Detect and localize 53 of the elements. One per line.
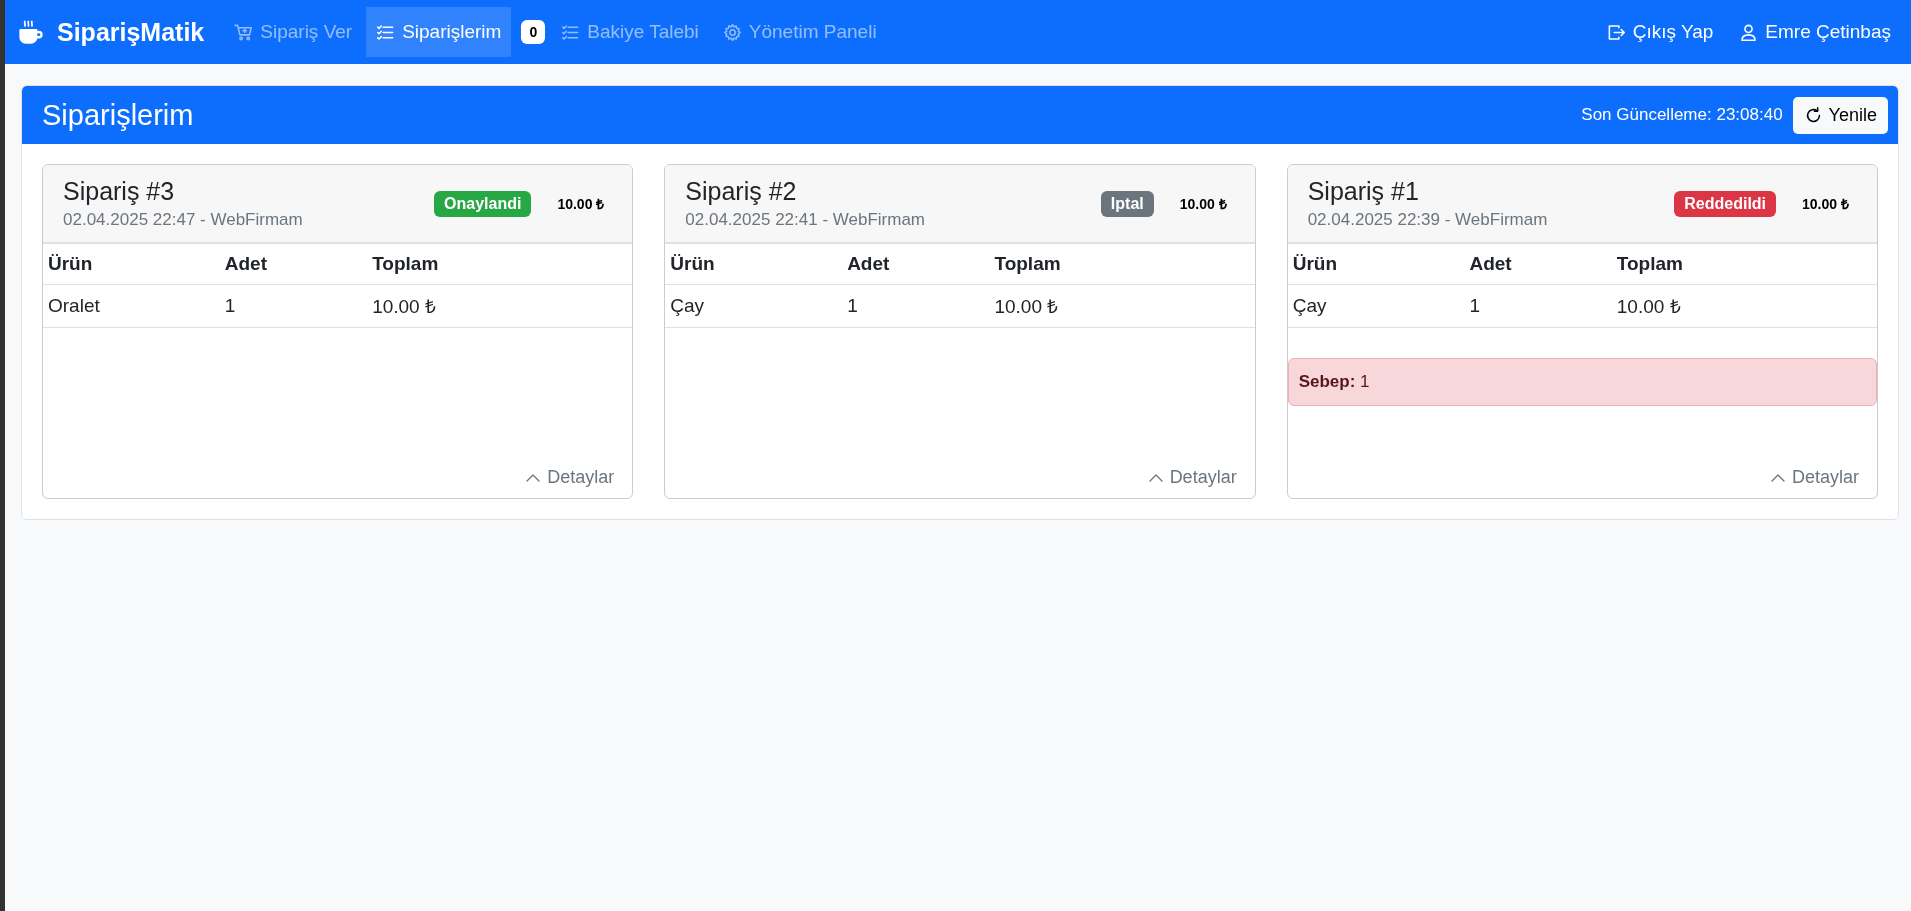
count-badge: 0 (521, 20, 546, 44)
rejection-reason: Sebep: 1 (1287, 358, 1877, 406)
column-header: Toplam (989, 244, 1255, 285)
column-header: Adet (219, 244, 368, 285)
order-title: Sipariş #2 (685, 177, 798, 206)
order-total: 10.00 ₺ (1178, 195, 1228, 213)
column-header: Ürün (43, 244, 220, 285)
brand-logo[interactable]: SiparişMatik (17, 17, 205, 47)
checklist-icon (561, 22, 581, 42)
logout-link[interactable]: Çıkış Yap (1596, 7, 1724, 57)
cart-icon (234, 22, 254, 42)
column-header: Adet (842, 244, 990, 285)
table-cell: 10.00 ₺ (367, 284, 633, 328)
order-title: Sipariş #3 (63, 177, 176, 206)
table-cell: 1 (219, 284, 368, 328)
brand-name: SiparişMatik (57, 17, 205, 47)
exit-icon (1606, 22, 1626, 42)
table-cell: 1 (1464, 284, 1612, 328)
user-icon (1739, 22, 1759, 42)
settings-icon (722, 22, 742, 42)
table-cell: Oralet (43, 284, 220, 328)
panel-title: Siparişlerim (42, 98, 194, 132)
details-toggle[interactable]: Detaylar (1147, 467, 1237, 488)
column-header: Ürün (665, 244, 843, 285)
order-subtitle: 02.04.2025 22:41 - WebFirmam (685, 210, 927, 230)
order-title: Sipariş #1 (1307, 177, 1420, 206)
table-cell: 10.00 ₺ (989, 284, 1255, 328)
last-update-text: Son Güncelleme: 23:08:40 (1581, 105, 1783, 125)
table-cell: 1 (842, 284, 990, 328)
status-badge: Reddedildi (1674, 190, 1777, 217)
table-cell: 10.00 ₺ (1611, 284, 1877, 328)
details-toggle[interactable]: Detaylar (1769, 467, 1859, 488)
table-cell: Çay (1287, 284, 1465, 328)
column-header: Adet (1464, 244, 1612, 285)
column-header: Toplam (367, 244, 633, 285)
details-toggle[interactable]: Detaylar (525, 467, 615, 488)
user-link[interactable]: Emre Çetinbaş (1729, 7, 1901, 57)
column-header: Ürün (1287, 244, 1465, 285)
nav-link[interactable]: Sipariş Ver (224, 7, 363, 57)
nav-link[interactable]: Yönetim Paneli (712, 7, 887, 57)
coffee-cup-icon (17, 18, 45, 46)
table-cell: Çay (665, 284, 843, 328)
nav-link[interactable]: Bakiye Talebi (551, 7, 709, 57)
status-badge: Iptal (1100, 190, 1154, 217)
refresh-button[interactable]: Yenile (1792, 96, 1888, 134)
column-header: Toplam (1611, 244, 1877, 285)
order-subtitle: 02.04.2025 22:47 - WebFirmam (63, 210, 304, 230)
checklist-icon (376, 22, 396, 42)
status-badge: Onaylandi (434, 190, 532, 217)
order-total: 10.00 ₺ (1801, 195, 1850, 213)
order-total: 10.00 ₺ (556, 195, 606, 213)
nav-link[interactable]: Siparişlerim (366, 7, 512, 57)
order-subtitle: 02.04.2025 22:39 - WebFirmam (1307, 210, 1549, 230)
